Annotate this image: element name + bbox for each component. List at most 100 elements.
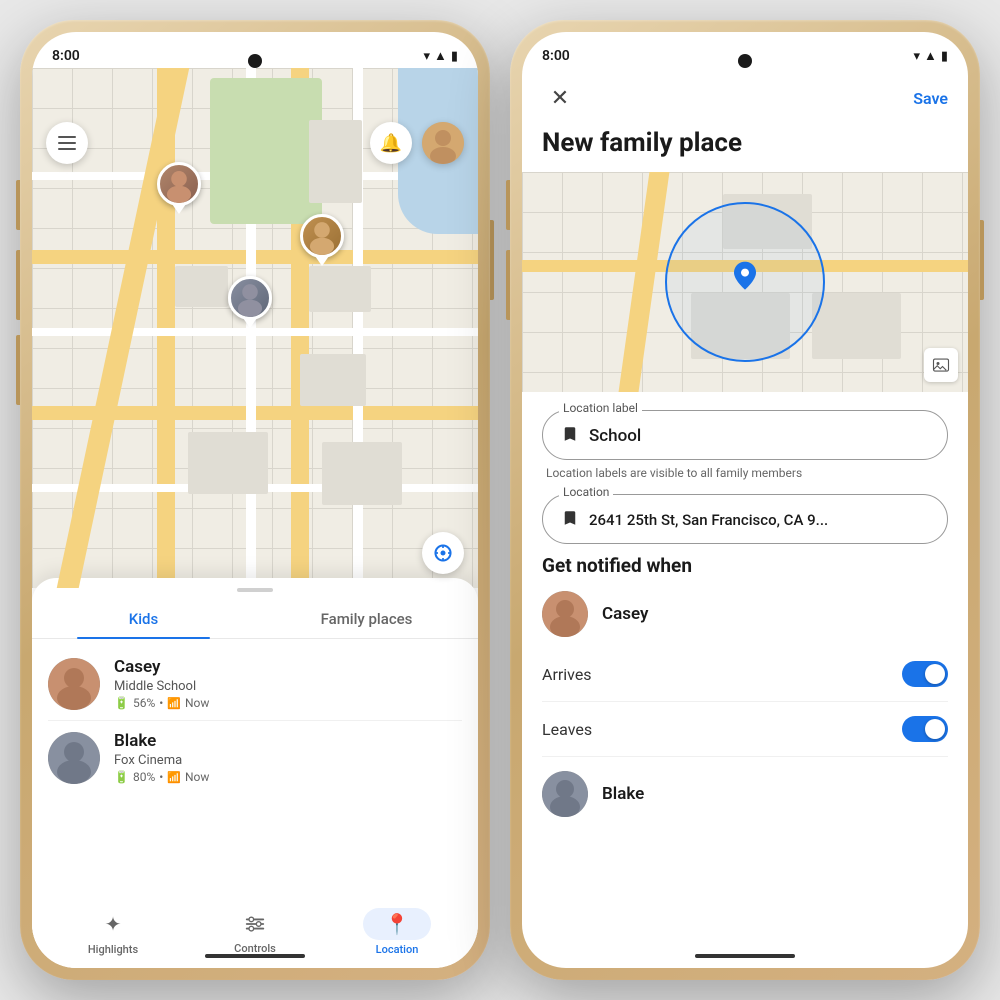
- pin-triangle-blake: [243, 318, 257, 328]
- home-indicator-2: [695, 954, 795, 958]
- location-label-text: Location label: [559, 401, 642, 415]
- phone-2: 8:00 ▾ ▲ ▮ ✕ Save New family place: [510, 20, 980, 980]
- volume-down-button-2: [506, 250, 510, 320]
- location-field[interactable]: Location 2641 25th St, San Francisco, CA…: [542, 494, 948, 544]
- leaves-toggle[interactable]: [902, 716, 948, 742]
- nav-location[interactable]: 📍 Location: [326, 902, 468, 962]
- helper-text: Location labels are visible to all famil…: [546, 466, 944, 480]
- pin-avatar-mom: [300, 214, 344, 258]
- user-avatar-icon: [422, 122, 464, 164]
- controls-icon: [244, 913, 266, 935]
- tab-family-places[interactable]: Family places: [255, 600, 478, 638]
- pin-triangle-casey: [172, 204, 186, 214]
- battery-icon-blake: 🔋: [114, 770, 129, 784]
- power-button-2: [980, 220, 984, 300]
- volume-up-button-2: [506, 180, 510, 230]
- wifi-icon-2: ▾: [913, 49, 920, 64]
- notification-button[interactable]: 🔔: [370, 122, 412, 164]
- wifi-icon-casey: 📶: [167, 697, 181, 710]
- notify-person-blake: Blake: [542, 757, 948, 817]
- arrives-toggle[interactable]: [902, 661, 948, 687]
- camera-dot-1: [248, 54, 262, 68]
- nav-controls-container: [228, 909, 282, 939]
- map-block-4: [309, 266, 371, 313]
- wifi-icon-blake: 📶: [167, 771, 181, 784]
- signal-icon: ▲: [434, 48, 447, 64]
- toggle-row-leaves: Leaves: [542, 702, 948, 757]
- family-place-map: [522, 172, 968, 392]
- nav-location-container: 📍: [363, 908, 432, 940]
- kid-avatar-casey: [48, 658, 100, 710]
- location-icon: 📍: [385, 912, 410, 936]
- nav-highlights[interactable]: ✦ Highlights: [42, 902, 184, 962]
- battery-icon-2: ▮: [941, 49, 948, 64]
- label-bookmark-icon: [561, 425, 579, 447]
- kid-location-blake: Fox Cinema: [114, 753, 462, 768]
- location-field-label: Location: [559, 485, 613, 499]
- nav-highlights-container: ✦: [89, 908, 138, 940]
- map-road-h-white-2: [32, 328, 478, 336]
- status-icons-2: ▾ ▲ ▮: [913, 48, 948, 64]
- fp-block-3: [812, 293, 901, 359]
- nav-controls[interactable]: Controls: [184, 903, 326, 961]
- image-icon: [932, 356, 950, 374]
- phone-body-1: 8:00 ▾ ▲ ▮: [20, 20, 490, 980]
- kid-name-blake: Blake: [114, 731, 462, 751]
- volume-up-button: [16, 180, 20, 230]
- menu-button[interactable]: [46, 122, 88, 164]
- map-top-controls: 🔔: [32, 114, 478, 172]
- notify-section: Get notified when Casey: [542, 554, 948, 817]
- close-button[interactable]: ✕: [542, 80, 578, 116]
- notify-person-name-casey: Casey: [602, 604, 648, 624]
- camera-dot-2: [738, 54, 752, 68]
- fp-content: Location label School Location labels ar…: [522, 392, 968, 835]
- notify-person-casey: Casey: [542, 591, 948, 637]
- status-time-1: 8:00: [52, 48, 80, 64]
- crosshair-icon: [433, 543, 453, 563]
- kid-item-casey[interactable]: Casey Middle School 🔋 56% • 📶 Now: [32, 647, 478, 720]
- phone-1: 8:00 ▾ ▲ ▮: [20, 20, 490, 980]
- battery-icon: ▮: [451, 49, 458, 64]
- fp-field-content-label: School: [561, 425, 929, 447]
- tab-kids[interactable]: Kids: [32, 600, 255, 638]
- hamburger-icon: [58, 136, 76, 150]
- kids-list: Casey Middle School 🔋 56% • 📶 Now: [32, 639, 478, 802]
- location-label-field[interactable]: Location label School: [542, 410, 948, 460]
- kid-location-casey: Middle School: [114, 679, 462, 694]
- map-top-right: 🔔: [370, 122, 464, 164]
- notify-avatar-blake: [542, 771, 588, 817]
- fp-field-content-location: 2641 25th St, San Francisco, CA 9...: [561, 509, 929, 531]
- kid-item-blake[interactable]: Blake Fox Cinema 🔋 80% • 📶 Now: [32, 721, 478, 794]
- map-block-2: [300, 354, 367, 406]
- location-label-value: School: [589, 426, 641, 446]
- sheet-handle: [237, 588, 273, 592]
- location-pin-icon: [561, 509, 579, 531]
- map-block-3: [188, 432, 268, 494]
- location-field-value: 2641 25th St, San Francisco, CA 9...: [589, 511, 828, 529]
- home-indicator-1: [205, 954, 305, 958]
- kid-status-blake: 🔋 80% • 📶 Now: [114, 770, 462, 784]
- status-time-2: 8:00: [542, 48, 570, 64]
- status-icons-1: ▾ ▲ ▮: [423, 48, 458, 64]
- location-button[interactable]: [422, 532, 464, 574]
- map-pin: [734, 262, 756, 296]
- map-image-button[interactable]: [924, 348, 958, 382]
- save-button[interactable]: Save: [913, 89, 948, 108]
- map-block-1: [175, 266, 229, 308]
- person-pin-blake: [228, 276, 272, 328]
- kid-name-casey: Casey: [114, 657, 462, 677]
- arrives-label: Arrives: [542, 665, 592, 684]
- phone-screen-2: 8:00 ▾ ▲ ▮ ✕ Save New family place: [522, 32, 968, 968]
- bottom-sheet: Kids Family places: [32, 578, 478, 968]
- phone-body-2: 8:00 ▾ ▲ ▮ ✕ Save New family place: [510, 20, 980, 980]
- user-avatar-button[interactable]: [422, 122, 464, 164]
- notify-section-title: Get notified when: [542, 554, 948, 577]
- notify-avatar-casey: [542, 591, 588, 637]
- pin-avatar-blake: [228, 276, 272, 320]
- nav-highlights-label: Highlights: [88, 943, 138, 956]
- notify-person-name-blake: Blake: [602, 784, 644, 804]
- kid-info-blake: Blake Fox Cinema 🔋 80% • 📶 Now: [114, 731, 462, 784]
- pin-triangle-mom: [315, 256, 329, 266]
- phone-screen-1: 8:00 ▾ ▲ ▮: [32, 32, 478, 968]
- signal-icon-2: ▲: [924, 48, 937, 64]
